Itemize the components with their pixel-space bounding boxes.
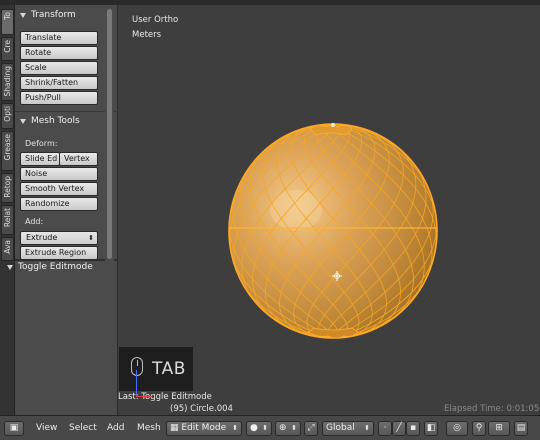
edge-select-icon[interactable]: ╱	[392, 421, 406, 436]
snap-element-icon[interactable]: ⊞	[488, 421, 510, 436]
mode-label: Edit Mode	[181, 423, 227, 433]
axis-x-indicator	[136, 396, 152, 397]
transform-panel-header[interactable]: Transform	[15, 7, 118, 23]
viewport-header: ▣ View Select Add Mesh ▦ Edit Mode ⬍ ● ⬍ …	[0, 415, 540, 440]
deform-label: Deform:	[25, 139, 58, 148]
selected-vertex	[331, 123, 335, 127]
smooth-vertex-button[interactable]: Smooth Vertex	[20, 182, 98, 196]
axis-z-indicator	[136, 370, 137, 396]
updown-arrows-icon: ⬍	[291, 424, 297, 432]
tab-options[interactable]: Opti	[1, 103, 14, 129]
tool-shelf: Transform Translate Rotate Scale Shrink/…	[7, 5, 118, 415]
tab-retopo[interactable]: Retop	[1, 173, 14, 203]
mode-selector[interactable]: ▦ Edit Mode ⬍	[166, 421, 242, 436]
extrude-region-button[interactable]: Extrude Region	[20, 246, 98, 260]
slide-edge-button[interactable]: Slide Ed	[20, 152, 60, 166]
mode-icon: ▦	[170, 423, 182, 433]
rotate-button[interactable]: Rotate	[20, 46, 98, 60]
collapse-triangle-icon	[20, 118, 26, 124]
pivot-point-dropdown[interactable]: ⊕ ⬍	[275, 421, 301, 436]
keystroke-overlay: TAB	[119, 347, 193, 391]
proportional-edit-icon[interactable]: ◎	[446, 421, 468, 436]
orientation-label: Global	[326, 423, 355, 433]
collapse-triangle-icon	[20, 12, 26, 18]
updown-arrows-icon: ⬍	[232, 424, 238, 432]
face-select-icon[interactable]: ▪	[406, 421, 420, 436]
vertex-select-icon[interactable]: ·	[378, 421, 392, 436]
tab-shading[interactable]: Shading	[1, 63, 14, 101]
operator-panel-title: Toggle Editmode	[18, 262, 93, 272]
updown-arrows-icon: ⬍	[364, 424, 370, 432]
noise-button[interactable]: Noise	[20, 167, 98, 181]
key-pressed-label: TAB	[152, 359, 186, 379]
scrollbar-thumb[interactable]	[107, 9, 112, 259]
add-menu[interactable]: Add	[107, 421, 124, 436]
tab-tools[interactable]: To	[1, 9, 14, 35]
operator-panel-header[interactable]: Toggle Editmode	[2, 259, 118, 275]
view-menu[interactable]: View	[36, 421, 57, 436]
orientation-dropdown[interactable]: Global ⬍	[322, 421, 374, 436]
object-info-label: (95) Circle.004	[170, 404, 233, 414]
viewport-shading-dropdown[interactable]: ● ⬍	[246, 421, 272, 436]
push-pull-button[interactable]: Push/Pull	[20, 91, 98, 105]
tab-animation[interactable]: Ava	[1, 237, 14, 261]
extrude-label: Extrude	[26, 233, 58, 242]
select-menu[interactable]: Select	[69, 421, 97, 436]
tab-grease-pencil[interactable]: Grease	[1, 131, 14, 171]
mouse-icon	[131, 357, 143, 376]
add-label: Add:	[25, 217, 44, 226]
occlude-geometry-icon[interactable]: ◧	[424, 421, 438, 436]
shrink-fatten-button[interactable]: Shrink/Fatten	[20, 76, 98, 90]
tab-relations[interactable]: Relat	[1, 205, 14, 235]
randomize-button[interactable]: Randomize	[20, 197, 98, 211]
scale-button[interactable]: Scale	[20, 61, 98, 75]
collapse-triangle-icon	[7, 264, 13, 270]
updown-arrows-icon: ⬍	[262, 424, 268, 432]
last-operator-label: Last: Toggle Editmode	[118, 392, 212, 402]
viewport-shading-icon: ●	[250, 423, 258, 433]
tab-create[interactable]: Cre	[1, 37, 14, 61]
tool-tabs: To Cre Shading Opti Grease Retop Relat A…	[0, 5, 15, 415]
extrude-dropdown[interactable]: Extrude ⬍	[20, 231, 98, 245]
pivot-point-icon: ⊕	[279, 423, 287, 433]
mesh-menu[interactable]: Mesh	[137, 421, 161, 436]
panel-divider	[15, 111, 118, 112]
manipulator-icon[interactable]: ⤢	[304, 421, 318, 436]
mesh-tools-panel-header[interactable]: Mesh Tools	[15, 113, 118, 129]
snap-toggle-icon[interactable]: ⚲	[472, 421, 486, 436]
vertex-slide-button[interactable]: Vertex	[59, 152, 98, 166]
mesh-tools-panel-title: Mesh Tools	[31, 116, 80, 126]
transform-panel-title: Transform	[31, 10, 76, 20]
editor-type-icon[interactable]: ▣	[4, 421, 24, 436]
layers-icon[interactable]: ▤	[514, 421, 528, 436]
updown-arrows-icon: ⬍	[88, 234, 94, 242]
translate-button[interactable]: Translate	[20, 31, 98, 45]
blender-window: To Cre Shading Opti Grease Retop Relat A…	[0, 0, 540, 440]
elapsed-time-label: Elapsed Time: 0:01:05	[444, 404, 540, 414]
tool-shelf-scrollbar[interactable]	[105, 5, 114, 265]
